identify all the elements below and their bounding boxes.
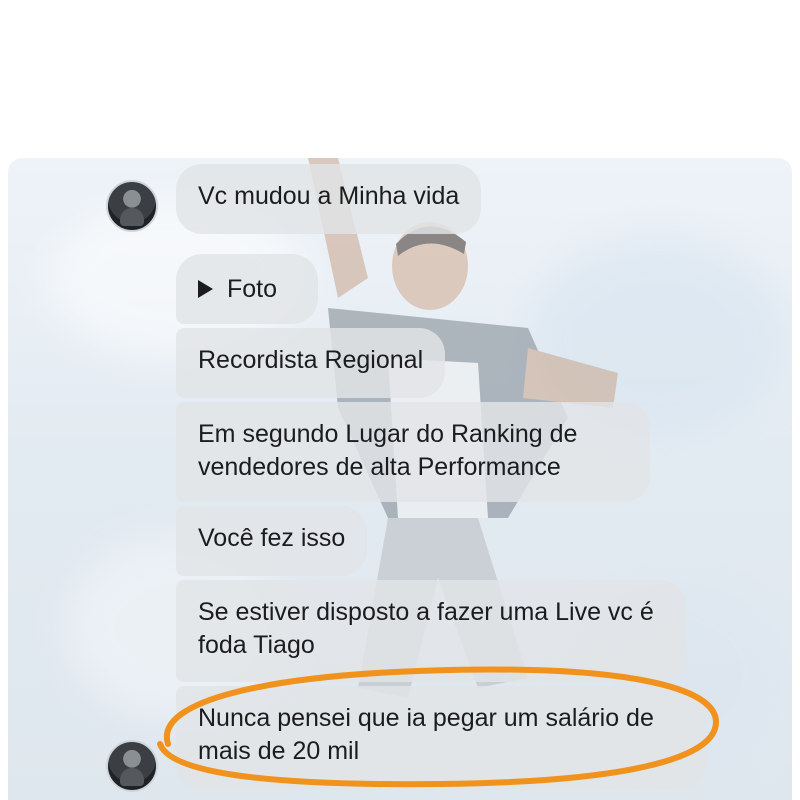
message-bubble[interactable]: Em segundo Lugar do Ranking de vendedore…: [176, 402, 650, 502]
play-icon: [198, 280, 213, 298]
message-bubble[interactable]: Recordista Regional: [176, 328, 446, 398]
message-text: Vc mudou a Minha vida: [198, 182, 460, 210]
message-text: Você fez isso: [198, 524, 346, 552]
message-bubble-highlighted[interactable]: Nunca pensei que ia pegar um salário de …: [176, 686, 706, 790]
message-text: Nunca pensei que ia pegar um salário de …: [198, 704, 654, 765]
message-text: Foto: [227, 274, 278, 303]
message-bubble[interactable]: Vc mudou a Minha vida: [176, 164, 482, 234]
message-bubble[interactable]: Se estiver disposto a fazer uma Live vc …: [176, 580, 686, 682]
photo-attachment-bubble[interactable]: Foto: [176, 254, 318, 324]
avatar[interactable]: [106, 740, 158, 792]
message-text: Em segundo Lugar do Ranking de vendedore…: [198, 420, 578, 481]
chat-thread: Vc mudou a Minha vida Foto Recordista Re…: [8, 158, 792, 800]
avatar[interactable]: [106, 180, 158, 232]
message-bubble[interactable]: Você fez isso: [176, 506, 368, 576]
message-text: Se estiver disposto a fazer uma Live vc …: [198, 598, 654, 659]
message-text: Recordista Regional: [198, 346, 424, 374]
